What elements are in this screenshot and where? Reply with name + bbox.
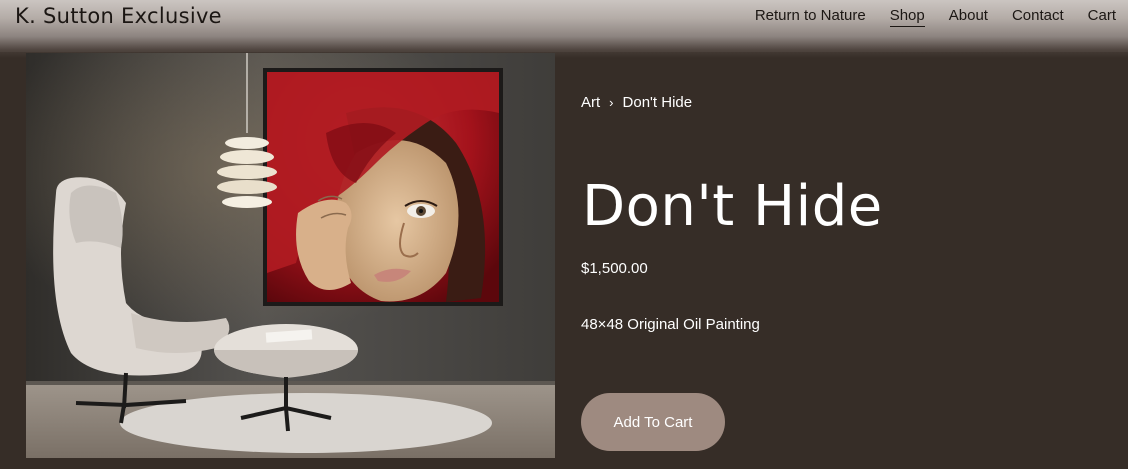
nav-link-cart[interactable]: Cart	[1088, 7, 1116, 27]
breadcrumb: Art › Don't Hide	[581, 94, 692, 111]
add-to-cart-button[interactable]: Add To Cart	[581, 393, 725, 451]
main-nav: Return to Nature Shop About Contact Cart	[731, 7, 1116, 27]
product-description: 48×48 Original Oil Painting	[581, 316, 760, 333]
product-price: $1,500.00	[581, 260, 648, 277]
product-title: Don't Hide	[582, 174, 883, 239]
site-title[interactable]: K. Sutton Exclusive	[15, 4, 222, 28]
breadcrumb-current: Don't Hide	[622, 94, 693, 111]
breadcrumb-link-art[interactable]: Art	[581, 94, 600, 111]
nav-link-shop[interactable]: Shop	[889, 7, 925, 27]
nav-link-about[interactable]: About	[949, 7, 988, 27]
nav-link-contact[interactable]: Contact	[1012, 7, 1064, 27]
nav-link-return-to-nature[interactable]: Return to Nature	[755, 7, 866, 27]
site-header: K. Sutton Exclusive Return to Nature Sho…	[0, 0, 1128, 58]
breadcrumb-separator-icon: ›	[609, 95, 614, 110]
product-image[interactable]	[26, 53, 555, 458]
